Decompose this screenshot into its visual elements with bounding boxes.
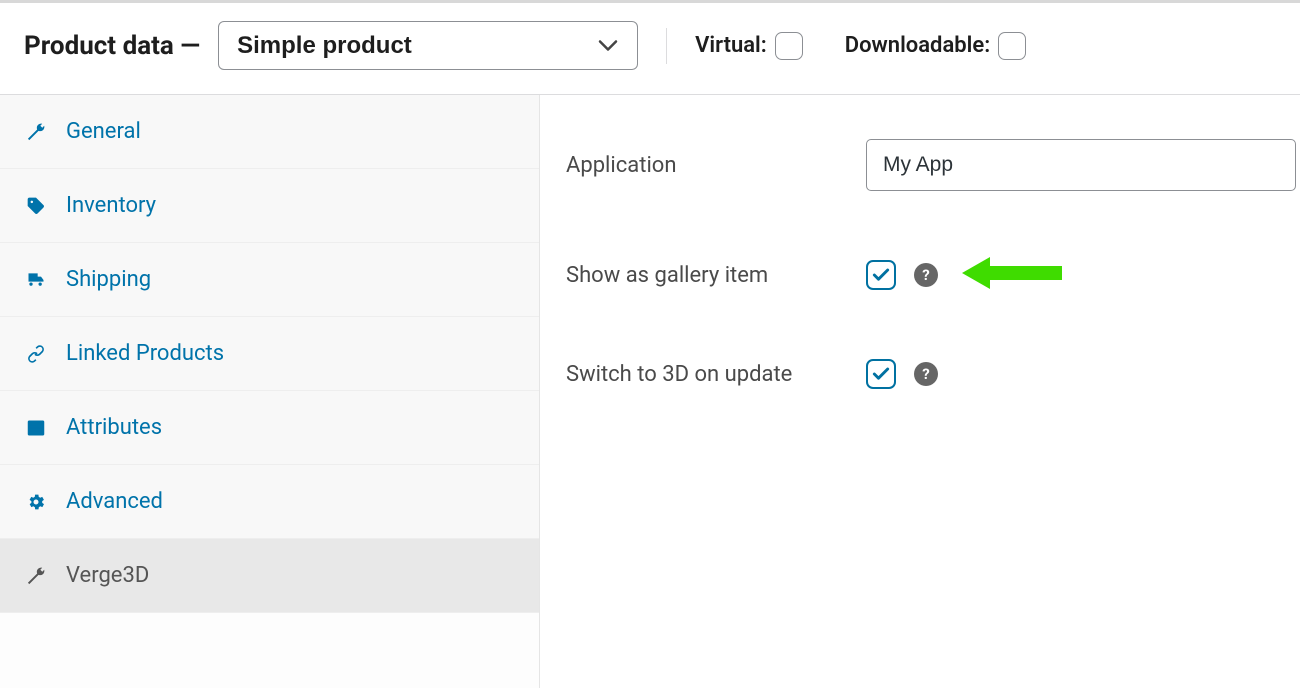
product-data-tabs: General Inventory Shipping Linked Produc… [0, 95, 540, 688]
help-icon[interactable]: ? [914, 263, 938, 287]
gallery-field-row: Show as gallery item ? [540, 241, 1300, 309]
wrench-icon [22, 565, 50, 587]
virtual-label: Virtual: [695, 33, 767, 58]
tab-inventory[interactable]: Inventory [0, 169, 539, 243]
downloadable-checkbox[interactable] [998, 32, 1026, 60]
virtual-checkbox[interactable] [775, 32, 803, 60]
tab-label: Attributes [66, 415, 162, 440]
switch3d-field-row: Switch to 3D on update ? [540, 345, 1300, 403]
switch3d-checkbox[interactable] [866, 359, 896, 389]
tab-advanced[interactable]: Advanced [0, 465, 539, 539]
product-type-select-wrap: Simple product [218, 21, 638, 70]
annotation-arrow-icon [962, 255, 1062, 295]
gallery-checkbox[interactable] [866, 260, 896, 290]
help-icon[interactable]: ? [914, 362, 938, 386]
downloadable-option[interactable]: Downloadable: [845, 32, 1034, 60]
tab-attributes[interactable]: Attributes [0, 391, 539, 465]
application-label: Application [566, 153, 866, 178]
switch3d-label: Switch to 3D on update [566, 362, 866, 387]
gear-icon [22, 491, 50, 513]
tab-general[interactable]: General [0, 95, 539, 169]
tab-label: General [66, 119, 141, 144]
product-data-body: General Inventory Shipping Linked Produc… [0, 95, 1300, 688]
application-field-row: Application [540, 125, 1300, 205]
tab-linked-products[interactable]: Linked Products [0, 317, 539, 391]
gallery-label: Show as gallery item [566, 263, 866, 288]
downloadable-label: Downloadable: [845, 33, 990, 58]
tab-label: Linked Products [66, 341, 224, 366]
virtual-option[interactable]: Virtual: [695, 32, 811, 60]
tab-label: Inventory [66, 193, 156, 218]
truck-icon [22, 269, 50, 291]
link-icon [22, 343, 50, 365]
application-input[interactable] [866, 139, 1296, 191]
tab-verge3d[interactable]: Verge3D [0, 539, 539, 613]
layout-icon [22, 417, 50, 439]
wrench-icon [22, 121, 50, 143]
product-type-select[interactable]: Simple product [218, 21, 638, 70]
tab-label: Verge3D [66, 563, 149, 588]
tag-icon [22, 195, 50, 217]
verge3d-panel: Application Show as gallery item ? Switc… [540, 95, 1300, 688]
tab-label: Advanced [66, 489, 163, 514]
product-data-header: Product data — Simple product Virtual: D… [0, 0, 1300, 95]
divider [666, 28, 667, 64]
tab-shipping[interactable]: Shipping [0, 243, 539, 317]
tab-label: Shipping [66, 267, 151, 292]
panel-title: Product data — [24, 31, 200, 61]
